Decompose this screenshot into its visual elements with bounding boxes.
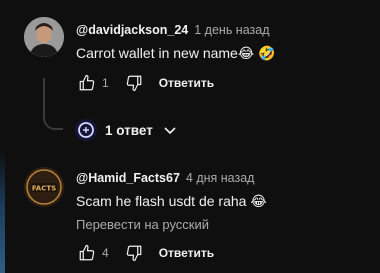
reply-button[interactable]: Ответить bbox=[159, 76, 214, 90]
avatar[interactable]: FACTS bbox=[24, 167, 64, 207]
dislike-button[interactable] bbox=[123, 242, 145, 264]
facts-logo-avatar: FACTS bbox=[24, 167, 64, 207]
like-button[interactable] bbox=[76, 72, 98, 94]
avatar[interactable] bbox=[24, 17, 64, 57]
chevron-down-icon bbox=[163, 123, 177, 137]
thumbs-up-icon bbox=[79, 74, 95, 91]
avatar-photo bbox=[24, 17, 64, 57]
comment-timestamp[interactable]: 1 день назад bbox=[194, 23, 269, 37]
like-count: 4 bbox=[102, 246, 109, 260]
comment-actions: 1 Ответить bbox=[76, 71, 214, 95]
reply-author-avatar bbox=[75, 119, 97, 141]
svg-text:FACTS: FACTS bbox=[32, 185, 56, 193]
comment-timestamp[interactable]: 4 дня назад bbox=[186, 171, 255, 185]
reply-button[interactable]: Ответить bbox=[159, 246, 214, 260]
like-count: 1 bbox=[102, 76, 109, 90]
thread-line bbox=[43, 78, 45, 116]
comment-text: Carrot wallet in new name😂 🤣 bbox=[76, 45, 276, 61]
view-replies-button[interactable]: 1 ответ bbox=[75, 118, 177, 142]
comment-author[interactable]: @davidjackson_24 1 день назад bbox=[76, 23, 270, 37]
thumbs-up-icon bbox=[79, 244, 95, 261]
translate-link[interactable]: Перевести на русский bbox=[76, 217, 209, 232]
like-button[interactable] bbox=[76, 242, 98, 264]
dislike-button[interactable] bbox=[123, 72, 145, 94]
comment-text: Scam he flash usdt de raha 😂 bbox=[76, 193, 267, 209]
author-name[interactable]: @davidjackson_24 bbox=[76, 23, 188, 37]
comment-author[interactable]: @Hamid_Facts67 4 дня назад bbox=[76, 171, 254, 185]
replies-count: 1 ответ bbox=[105, 122, 153, 138]
thread-connector bbox=[43, 114, 63, 130]
author-name[interactable]: @Hamid_Facts67 bbox=[76, 171, 180, 185]
left-edge-strip bbox=[0, 0, 5, 273]
reply-avatar-logo bbox=[75, 119, 97, 141]
thumbs-down-icon bbox=[126, 75, 142, 92]
comment-actions: 4 Ответить bbox=[76, 241, 214, 265]
thumbs-down-icon bbox=[126, 245, 142, 262]
